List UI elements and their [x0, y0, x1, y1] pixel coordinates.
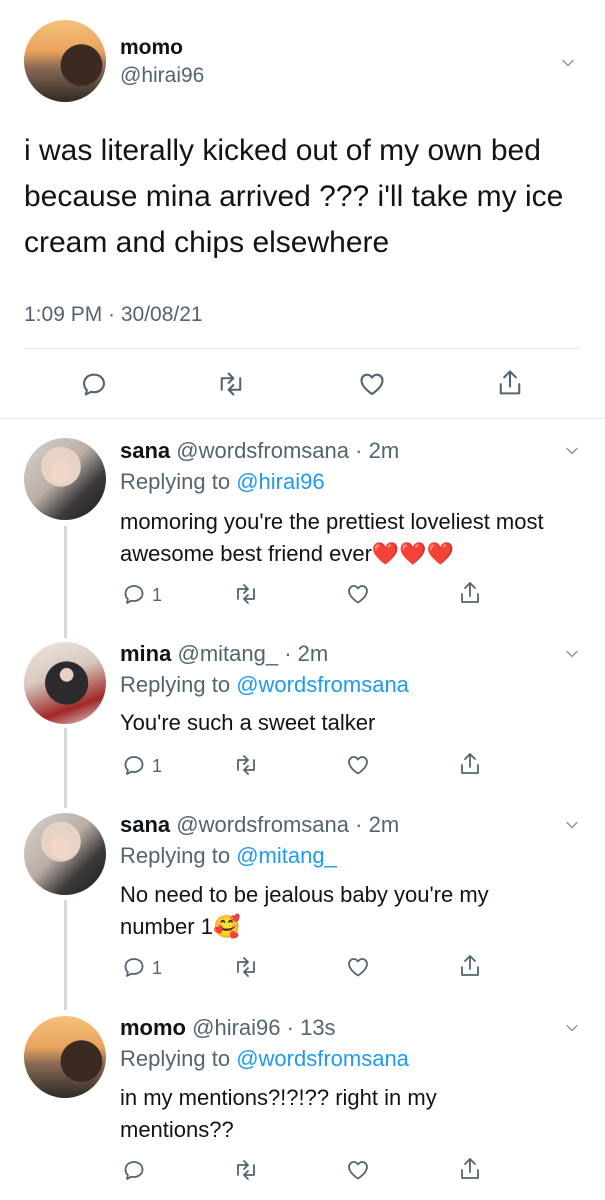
- author-handle[interactable]: @wordsfromsana: [176, 438, 349, 463]
- reply-icon[interactable]: [122, 582, 146, 606]
- author-name[interactable]: sana: [120, 812, 170, 837]
- replying-label: Replying to: [120, 1046, 237, 1071]
- share-icon[interactable]: [496, 368, 524, 398]
- author-handle[interactable]: @wordsfromsana: [176, 812, 349, 837]
- reply-icon[interactable]: [122, 1158, 146, 1182]
- share-icon[interactable]: [458, 1156, 482, 1182]
- replying-to: Replying to @mitang_: [120, 843, 337, 869]
- retweet-icon[interactable]: [232, 955, 260, 979]
- author-handle[interactable]: @hirai96: [192, 1015, 280, 1040]
- reply-count: 1: [152, 958, 163, 978]
- reply-age: · 2m: [355, 812, 400, 837]
- reply-header[interactable]: sana @wordsfromsana · 2m: [120, 438, 399, 464]
- retweet-icon[interactable]: [216, 370, 246, 398]
- like-icon[interactable]: [345, 1158, 371, 1182]
- divider: [0, 418, 605, 419]
- author-name[interactable]: momo: [120, 36, 183, 60]
- replying-to-handle[interactable]: @hirai96: [236, 469, 324, 494]
- share-icon[interactable]: [458, 751, 482, 777]
- reply-count: 1: [152, 585, 163, 605]
- reply-header[interactable]: sana @wordsfromsana · 2m: [120, 812, 399, 838]
- reply-icon[interactable]: [122, 955, 146, 979]
- avatar[interactable]: [24, 438, 106, 520]
- author-name[interactable]: mina: [120, 641, 171, 666]
- author-handle[interactable]: @mitang_: [177, 641, 278, 666]
- share-icon[interactable]: [458, 953, 482, 979]
- like-icon[interactable]: [357, 370, 387, 398]
- author-name[interactable]: sana: [120, 438, 170, 463]
- like-icon[interactable]: [345, 955, 371, 979]
- reply-text: momoring you're the prettiest loveliest …: [120, 509, 544, 566]
- retweet-icon[interactable]: [232, 1158, 260, 1182]
- tweet-text: i was literally kicked out of my own bed…: [24, 134, 564, 259]
- replying-label: Replying to: [120, 672, 237, 697]
- reply-count: 1: [152, 756, 163, 776]
- thread-line: [64, 900, 67, 1010]
- reply-header[interactable]: momo @hirai96 · 13s: [120, 1015, 336, 1041]
- thread-line: [64, 728, 67, 808]
- retweet-icon[interactable]: [232, 582, 260, 606]
- reply-header[interactable]: mina @mitang_ · 2m: [120, 641, 328, 667]
- reply-text: No need to be jealous baby you're my num…: [120, 882, 489, 939]
- reply-icon[interactable]: [80, 370, 108, 398]
- replying-to-handle[interactable]: @wordsfromsana: [236, 1046, 409, 1071]
- reply-icon[interactable]: [122, 753, 146, 777]
- replying-to: Replying to @wordsfromsana: [120, 1046, 409, 1072]
- avatar[interactable]: [24, 1016, 106, 1098]
- chevron-down-icon[interactable]: [566, 444, 578, 456]
- retweet-icon[interactable]: [232, 753, 260, 777]
- share-icon[interactable]: [458, 580, 482, 606]
- replying-label: Replying to: [120, 469, 237, 494]
- reply-text: in my mentions?!?!?? right in my mention…: [120, 1085, 437, 1142]
- author-name[interactable]: momo: [120, 1015, 186, 1040]
- replying-to: Replying to @hirai96: [120, 469, 325, 495]
- author-handle[interactable]: @hirai96: [120, 64, 204, 88]
- replying-to-handle[interactable]: @mitang_: [236, 843, 337, 868]
- chevron-down-icon[interactable]: [566, 818, 578, 830]
- chevron-down-icon[interactable]: [566, 647, 578, 659]
- avatar[interactable]: [24, 642, 106, 724]
- replying-to: Replying to @wordsfromsana: [120, 672, 409, 698]
- thread-line: [64, 526, 67, 638]
- reply-age: · 2m: [284, 641, 329, 666]
- reply-text: You're such a sweet talker: [120, 710, 376, 735]
- chevron-down-icon[interactable]: [566, 1021, 578, 1033]
- divider: [24, 348, 580, 349]
- reply-age: · 13s: [286, 1015, 336, 1040]
- avatar[interactable]: [24, 813, 106, 895]
- tweet-timestamp[interactable]: 1:09 PM · 30/08/21: [24, 303, 203, 327]
- replying-to-handle[interactable]: @wordsfromsana: [236, 672, 409, 697]
- replying-label: Replying to: [120, 843, 237, 868]
- avatar[interactable]: [24, 20, 106, 102]
- like-icon[interactable]: [345, 753, 371, 777]
- reply-age: · 2m: [355, 438, 400, 463]
- like-icon[interactable]: [345, 582, 371, 606]
- chevron-down-icon[interactable]: [562, 56, 574, 68]
